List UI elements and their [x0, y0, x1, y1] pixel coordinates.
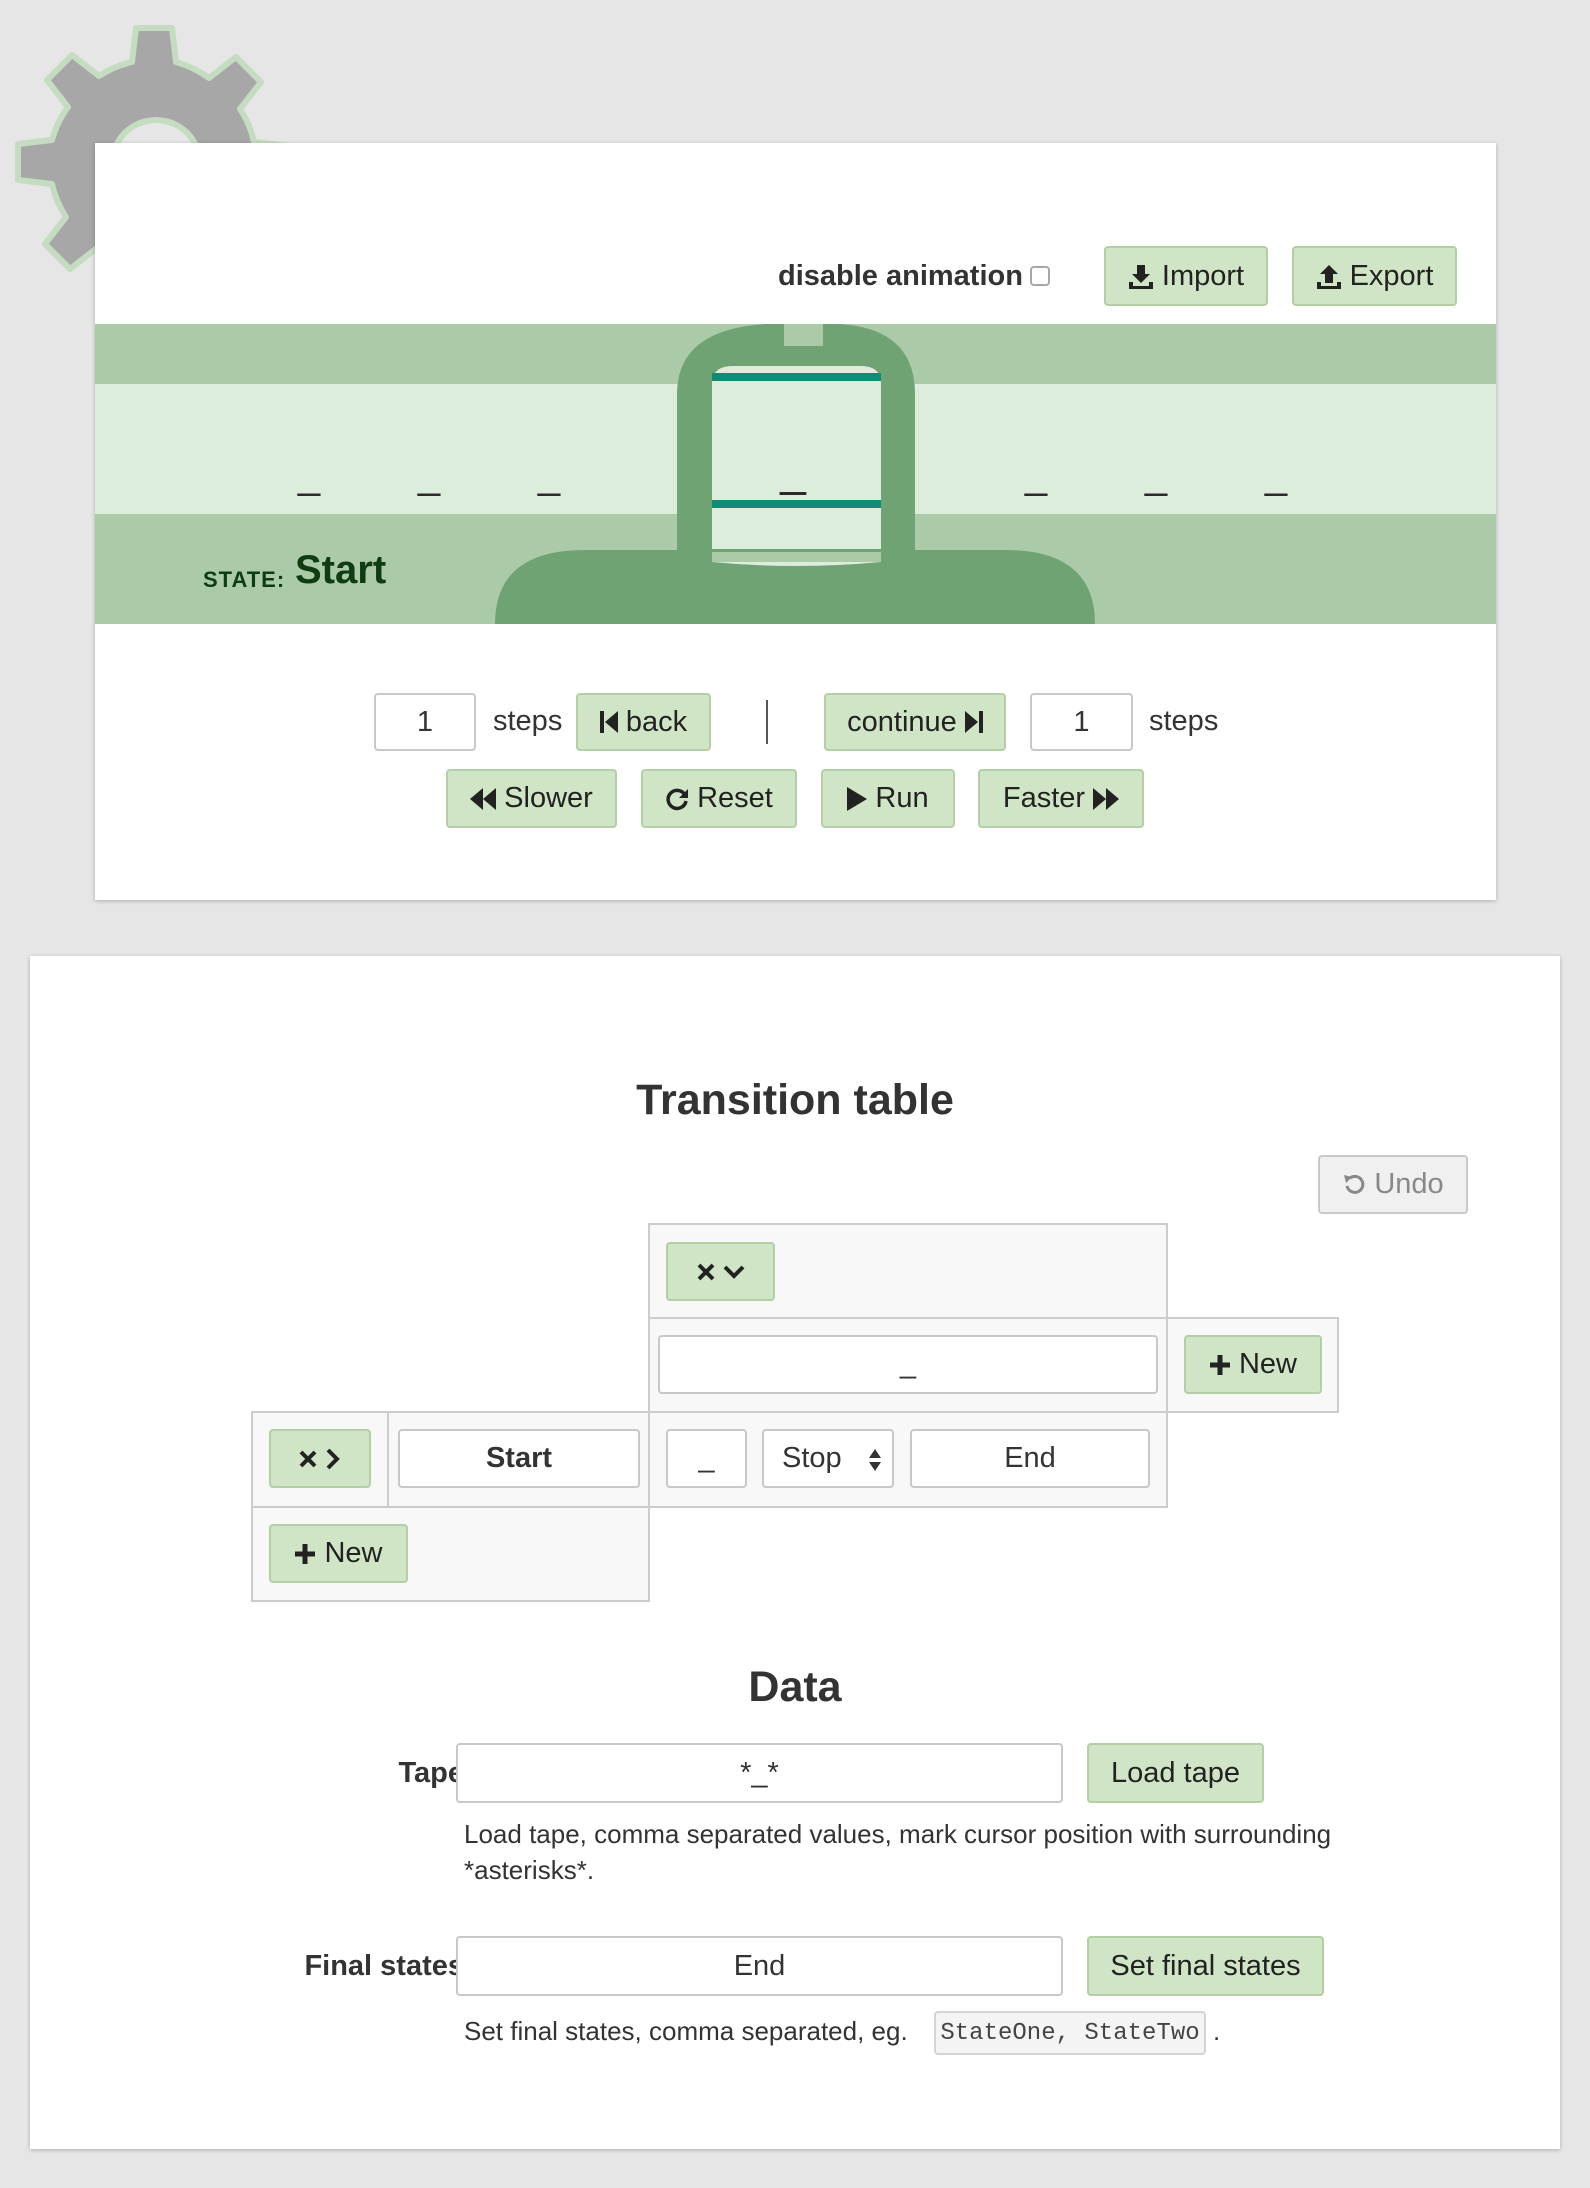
data-title: Data: [748, 1663, 842, 1711]
undo-button[interactable]: Undo: [1318, 1155, 1468, 1214]
import-button[interactable]: Import: [1104, 246, 1268, 306]
controls-divider: [766, 700, 768, 744]
slower-button[interactable]: Slower: [446, 769, 617, 828]
back-button[interactable]: back: [576, 693, 711, 751]
faster-button[interactable]: Faster: [978, 769, 1144, 828]
move-select-value: Stop: [782, 1442, 842, 1474]
plus-icon: [1209, 1354, 1230, 1375]
reset-button[interactable]: Reset: [641, 769, 797, 828]
final-states-example-code: StateOne, StateTwo: [934, 2011, 1206, 2055]
run-label: Run: [875, 782, 929, 814]
refresh-icon: [666, 788, 689, 810]
disable-animation-label: disable animation: [778, 260, 1023, 292]
next-state-input[interactable]: [910, 1429, 1150, 1488]
continue-steps-input[interactable]: [1030, 693, 1133, 751]
column-symbol-input[interactable]: [658, 1335, 1158, 1394]
step-backward-icon: [599, 711, 618, 733]
chevron-right-icon: [326, 1448, 340, 1469]
select-arrows-icon: [869, 1449, 881, 1471]
tape-cell: _: [297, 453, 321, 497]
tape-cell: _: [1024, 453, 1048, 497]
state-label: STATE:: [203, 567, 286, 592]
tape-label: Tape: [398, 1757, 464, 1789]
final-states-label: Final states: [304, 1950, 464, 1982]
state-value: Start: [295, 548, 387, 592]
tape-cell: _: [1264, 453, 1288, 497]
export-label: Export: [1349, 259, 1434, 292]
tape-cell: _: [1144, 453, 1168, 497]
download-icon: [1128, 265, 1153, 289]
row-menu-button[interactable]: [269, 1429, 371, 1488]
undo-icon: [1344, 1174, 1365, 1194]
row-state-input[interactable]: [398, 1429, 640, 1488]
close-icon: [697, 1263, 714, 1280]
new-row-button[interactable]: New: [269, 1524, 408, 1583]
fast-backward-icon: [470, 787, 497, 810]
set-final-states-button[interactable]: Set final states: [1087, 1936, 1324, 1996]
tape-cell: _: [417, 453, 441, 497]
reset-label: Reset: [697, 782, 773, 814]
fast-forward-icon: [1093, 787, 1120, 810]
back-label: back: [625, 705, 688, 738]
new-column-button[interactable]: New: [1184, 1335, 1322, 1394]
slower-label: Slower: [504, 782, 593, 814]
run-button[interactable]: Run: [821, 769, 955, 828]
new-column-label: New: [1238, 1348, 1297, 1380]
faster-label: Faster: [1002, 782, 1086, 814]
write-symbol-input[interactable]: [666, 1429, 747, 1488]
tape-help-text: Load tape, comma separated values, mark …: [464, 1819, 1332, 1885]
tape-cell: _: [537, 453, 561, 497]
set-final-states-label: Set final states: [1110, 1949, 1301, 1982]
column-menu-button[interactable]: [666, 1242, 775, 1301]
load-tape-button[interactable]: Load tape: [1087, 1743, 1264, 1803]
load-tape-label: Load tape: [1110, 1756, 1240, 1789]
step-forward-icon: [964, 711, 983, 733]
settings-panel: Transition table Undo New Stop New Data …: [30, 956, 1560, 2149]
plus-icon: [295, 1543, 316, 1564]
machine-panel: disable animation Import Export _ _ _ _ …: [95, 143, 1496, 900]
transition-table-title: Transition table: [636, 1076, 954, 1124]
continue-button[interactable]: continue: [824, 693, 1006, 751]
continue-label: continue: [847, 705, 957, 738]
disable-animation-checkbox[interactable]: [1030, 266, 1050, 286]
back-steps-label: steps: [493, 705, 563, 737]
final-states-help-suffix: .: [1213, 2016, 1221, 2046]
move-select[interactable]: Stop: [762, 1429, 894, 1488]
import-label: Import: [1161, 259, 1245, 292]
final-states-help-text: Set final states, comma separated, eg.: [464, 2016, 908, 2046]
play-icon: [847, 786, 868, 811]
back-steps-input[interactable]: [374, 693, 476, 751]
continue-steps-label: steps: [1149, 705, 1219, 737]
close-icon: [299, 1450, 317, 1467]
upload-icon: [1316, 265, 1341, 289]
undo-label: Undo: [1374, 1168, 1444, 1200]
final-states-input[interactable]: [456, 1936, 1063, 1996]
chevron-down-icon: [723, 1265, 744, 1279]
export-button[interactable]: Export: [1292, 246, 1457, 306]
tape-input[interactable]: [456, 1743, 1063, 1803]
tape-cell-current: _: [780, 444, 806, 496]
new-row-label: New: [324, 1537, 383, 1569]
